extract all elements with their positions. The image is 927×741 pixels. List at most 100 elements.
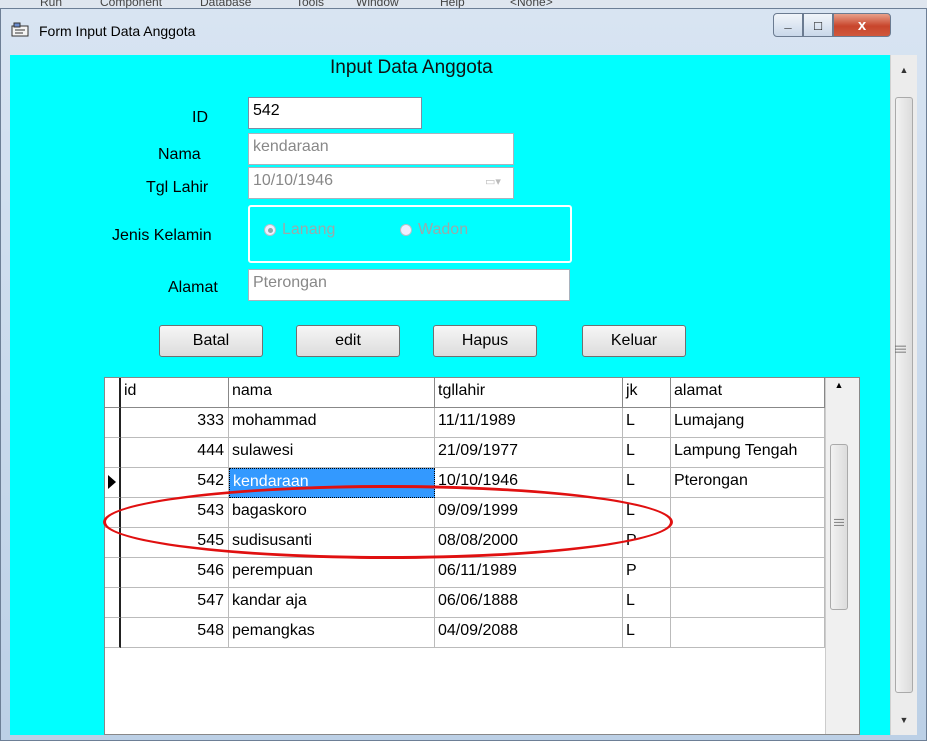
edit-button[interactable]: edit bbox=[296, 325, 400, 357]
col-header-id[interactable]: id bbox=[121, 378, 229, 408]
cell-jk[interactable]: L bbox=[623, 438, 671, 468]
row-indicator bbox=[105, 588, 121, 618]
alamat-field[interactable]: Pterongan bbox=[248, 269, 570, 301]
radio-wadon[interactable]: Wadon bbox=[400, 221, 468, 239]
cell-nama[interactable]: perempuan bbox=[229, 558, 435, 588]
cell-nama[interactable]: mohammad bbox=[229, 408, 435, 438]
cell-nama[interactable]: sulawesi bbox=[229, 438, 435, 468]
cell-tgllahir[interactable]: 06/11/1989 bbox=[435, 558, 623, 588]
data-grid[interactable]: id nama tgllahir jk alamat 333 mohammad … bbox=[104, 377, 860, 735]
col-header-nama[interactable]: nama bbox=[229, 378, 435, 408]
cell-jk[interactable]: L bbox=[623, 408, 671, 438]
col-header-alamat[interactable]: alamat bbox=[671, 378, 825, 408]
title-bar[interactable]: Form Input Data Anggota _ □ x bbox=[1, 9, 926, 55]
form-window: Form Input Data Anggota _ □ x Input Data… bbox=[0, 8, 927, 741]
cell-jk[interactable]: P bbox=[623, 558, 671, 588]
cell-jk[interactable]: L bbox=[623, 618, 671, 648]
cell-nama[interactable]: sudisusanti bbox=[229, 528, 435, 558]
cell-jk[interactable]: L bbox=[623, 498, 671, 528]
cell-alamat[interactable]: Lumajang bbox=[671, 408, 825, 438]
form-icon bbox=[11, 22, 29, 37]
nama-label: Nama bbox=[158, 146, 201, 163]
jenis-kelamin-group: Lanang Wadon bbox=[248, 205, 572, 263]
cell-alamat[interactable] bbox=[671, 528, 825, 558]
cell-alamat[interactable]: Lampung Tengah bbox=[671, 438, 825, 468]
close-button[interactable]: x bbox=[833, 13, 891, 37]
calendar-dropdown-icon[interactable]: ▭▾ bbox=[485, 175, 507, 191]
col-header-jk[interactable]: jk bbox=[623, 378, 671, 408]
cell-alamat[interactable] bbox=[671, 558, 825, 588]
hapus-button[interactable]: Hapus bbox=[433, 325, 537, 357]
row-indicator bbox=[105, 408, 121, 438]
nama-field[interactable]: kendaraan bbox=[248, 133, 514, 165]
cell-nama[interactable]: bagaskoro bbox=[229, 498, 435, 528]
table-row[interactable]: 546 perempuan 06/11/1989 P bbox=[105, 558, 825, 588]
cell-tgllahir[interactable]: 21/09/1977 bbox=[435, 438, 623, 468]
cell-id[interactable]: 444 bbox=[121, 438, 229, 468]
grid-corner bbox=[105, 378, 121, 408]
cell-alamat[interactable] bbox=[671, 588, 825, 618]
cell-tgllahir[interactable]: 09/09/1999 bbox=[435, 498, 623, 528]
cell-tgllahir[interactable]: 10/10/1946 bbox=[435, 468, 623, 498]
cell-nama-selected[interactable]: kendaraan bbox=[229, 468, 435, 498]
radio-checked-icon bbox=[264, 224, 276, 236]
cell-jk[interactable]: P bbox=[623, 528, 671, 558]
cell-alamat[interactable] bbox=[671, 498, 825, 528]
scroll-down-icon[interactable]: ▼ bbox=[891, 711, 917, 729]
cell-id[interactable]: 548 bbox=[121, 618, 229, 648]
cell-id[interactable]: 545 bbox=[121, 528, 229, 558]
current-row-indicator-icon bbox=[105, 468, 121, 498]
col-header-tgllahir[interactable]: tgllahir bbox=[435, 378, 623, 408]
cell-id[interactable]: 543 bbox=[121, 498, 229, 528]
form-heading: Input Data Anggota bbox=[330, 57, 493, 78]
table-row-selected[interactable]: 542 kendaraan 10/10/1946 L Pterongan bbox=[105, 468, 825, 498]
tgl-lahir-picker[interactable]: 10/10/1946 ▭▾ bbox=[248, 167, 514, 199]
radio-lanang[interactable]: Lanang bbox=[264, 221, 335, 239]
radio-lanang-label: Lanang bbox=[282, 221, 336, 238]
cell-tgllahir[interactable]: 04/09/2088 bbox=[435, 618, 623, 648]
cell-nama[interactable]: kandar aja bbox=[229, 588, 435, 618]
radio-wadon-label: Wadon bbox=[418, 221, 469, 238]
tgl-lahir-label: Tgl Lahir bbox=[146, 179, 209, 196]
cell-id[interactable]: 547 bbox=[121, 588, 229, 618]
alamat-label: Alamat bbox=[168, 279, 218, 296]
row-indicator bbox=[105, 498, 121, 528]
jenis-kelamin-label: Jenis Kelamin bbox=[112, 227, 212, 244]
cell-nama[interactable]: pemangkas bbox=[229, 618, 435, 648]
minimize-button[interactable]: _ bbox=[773, 13, 803, 37]
cell-jk[interactable]: L bbox=[623, 588, 671, 618]
table-row[interactable]: 545 sudisusanti 08/08/2000 P bbox=[105, 528, 825, 558]
batal-button[interactable]: Batal bbox=[159, 325, 263, 357]
form-scrollbar[interactable]: ▲ — — — ▼ bbox=[890, 55, 917, 735]
cell-alamat[interactable]: Pterongan bbox=[671, 468, 825, 498]
form-client-area: Input Data Anggota ID 542 Nama kendaraan… bbox=[10, 55, 890, 735]
table-row[interactable]: 444 sulawesi 21/09/1977 L Lampung Tengah bbox=[105, 438, 825, 468]
cell-jk[interactable]: L bbox=[623, 468, 671, 498]
form-scroll-thumb[interactable] bbox=[895, 97, 913, 693]
cell-id[interactable]: 542 bbox=[121, 468, 229, 498]
table-row[interactable]: 548 pemangkas 04/09/2088 L bbox=[105, 618, 825, 648]
cell-tgllahir[interactable]: 11/11/1989 bbox=[435, 408, 623, 438]
row-indicator bbox=[105, 438, 121, 468]
cell-id[interactable]: 333 bbox=[121, 408, 229, 438]
cell-id[interactable]: 546 bbox=[121, 558, 229, 588]
row-indicator bbox=[105, 528, 121, 558]
row-indicator bbox=[105, 558, 121, 588]
tgl-lahir-value: 10/10/1946 bbox=[253, 172, 334, 189]
row-indicator bbox=[105, 618, 121, 648]
table-row[interactable]: 333 mohammad 11/11/1989 L Lumajang bbox=[105, 408, 825, 438]
grid-scrollbar[interactable]: ▲ — — — bbox=[825, 378, 859, 734]
keluar-button[interactable]: Keluar bbox=[582, 325, 686, 357]
table-row[interactable]: 547 kandar aja 06/06/1888 L bbox=[105, 588, 825, 618]
cell-alamat[interactable] bbox=[671, 618, 825, 648]
maximize-button[interactable]: □ bbox=[803, 13, 833, 37]
cell-tgllahir[interactable]: 08/08/2000 bbox=[435, 528, 623, 558]
table-row[interactable]: 543 bagaskoro 09/09/1999 L bbox=[105, 498, 825, 528]
id-field[interactable]: 542 bbox=[248, 97, 422, 129]
close-icon: x bbox=[857, 16, 867, 34]
scroll-up-icon[interactable]: ▲ bbox=[891, 61, 917, 79]
grid-thumb-grip-icon: — — — bbox=[834, 514, 844, 531]
grid-scroll-up-icon[interactable]: ▲ bbox=[826, 380, 852, 390]
window-title: Form Input Data Anggota bbox=[39, 23, 196, 39]
cell-tgllahir[interactable]: 06/06/1888 bbox=[435, 588, 623, 618]
